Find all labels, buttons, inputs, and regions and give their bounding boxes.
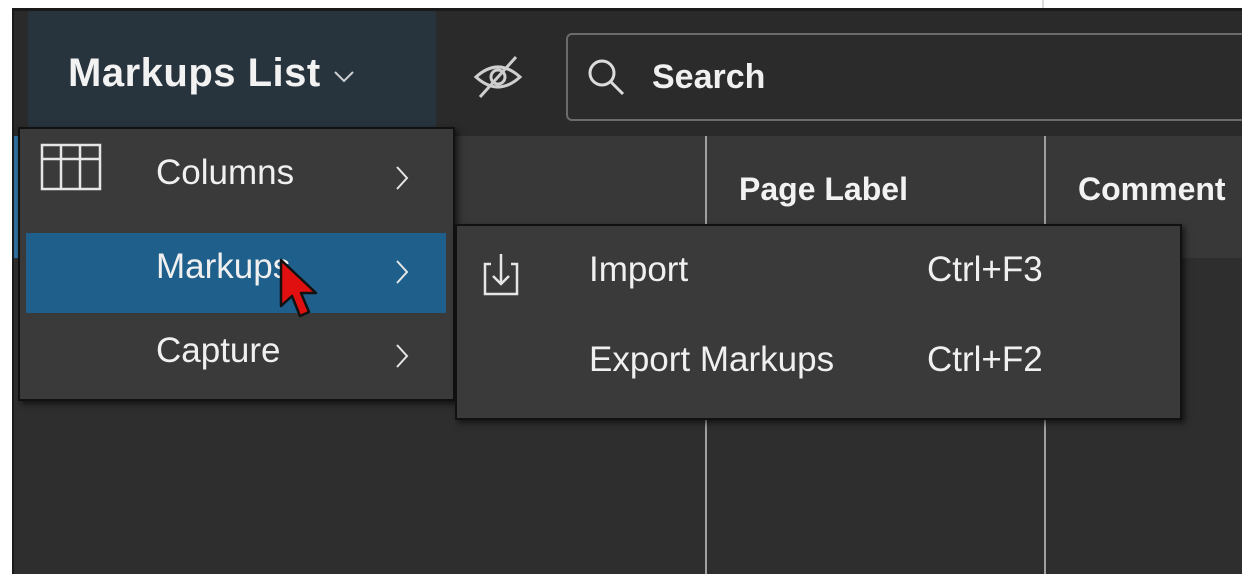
menu-item-label: Capture — [156, 331, 281, 370]
panel-title: Markups List — [68, 51, 321, 95]
chevron-right-icon — [396, 260, 409, 284]
column-header-page-label[interactable]: Page Label — [739, 171, 908, 208]
table-grid-icon — [40, 143, 102, 191]
menu-item-columns[interactable]: Columns — [26, 139, 446, 219]
menu-item-capture[interactable]: Capture — [26, 317, 446, 397]
column-header-comment[interactable]: Comment — [1078, 171, 1226, 208]
menu-item-label: Columns — [156, 153, 295, 192]
context-menu: Columns Markups Capture — [18, 127, 455, 401]
toolbar: Markups List — [14, 11, 1242, 136]
submenu-item-label: Import — [589, 250, 689, 289]
submenu-item-import[interactable]: Import Ctrl+F3 — [457, 230, 1180, 320]
search-icon — [588, 59, 625, 96]
chevron-right-icon — [396, 344, 409, 368]
markups-submenu: Import Ctrl+F3 Export Markups Ctrl+F2 — [455, 224, 1182, 420]
chevron-right-icon — [396, 166, 409, 190]
menu-item-label: Markups — [156, 247, 291, 286]
window-edge — [1042, 0, 1044, 8]
submenu-item-export-markups[interactable]: Export Markups Ctrl+F2 — [457, 320, 1180, 410]
chevron-down-icon — [334, 70, 354, 82]
mouse-cursor-icon — [279, 258, 318, 318]
search-input[interactable] — [650, 56, 1214, 98]
search-box[interactable] — [566, 33, 1242, 121]
markups-list-dropdown-button[interactable]: Markups List — [28, 11, 436, 136]
import-icon — [483, 254, 519, 296]
hide-markups-icon[interactable] — [470, 49, 526, 105]
shortcut-label: Ctrl+F2 — [927, 340, 1043, 379]
shortcut-label: Ctrl+F3 — [927, 250, 1043, 289]
submenu-item-label: Export Markups — [589, 340, 835, 379]
menu-item-markups[interactable]: Markups — [26, 233, 446, 313]
